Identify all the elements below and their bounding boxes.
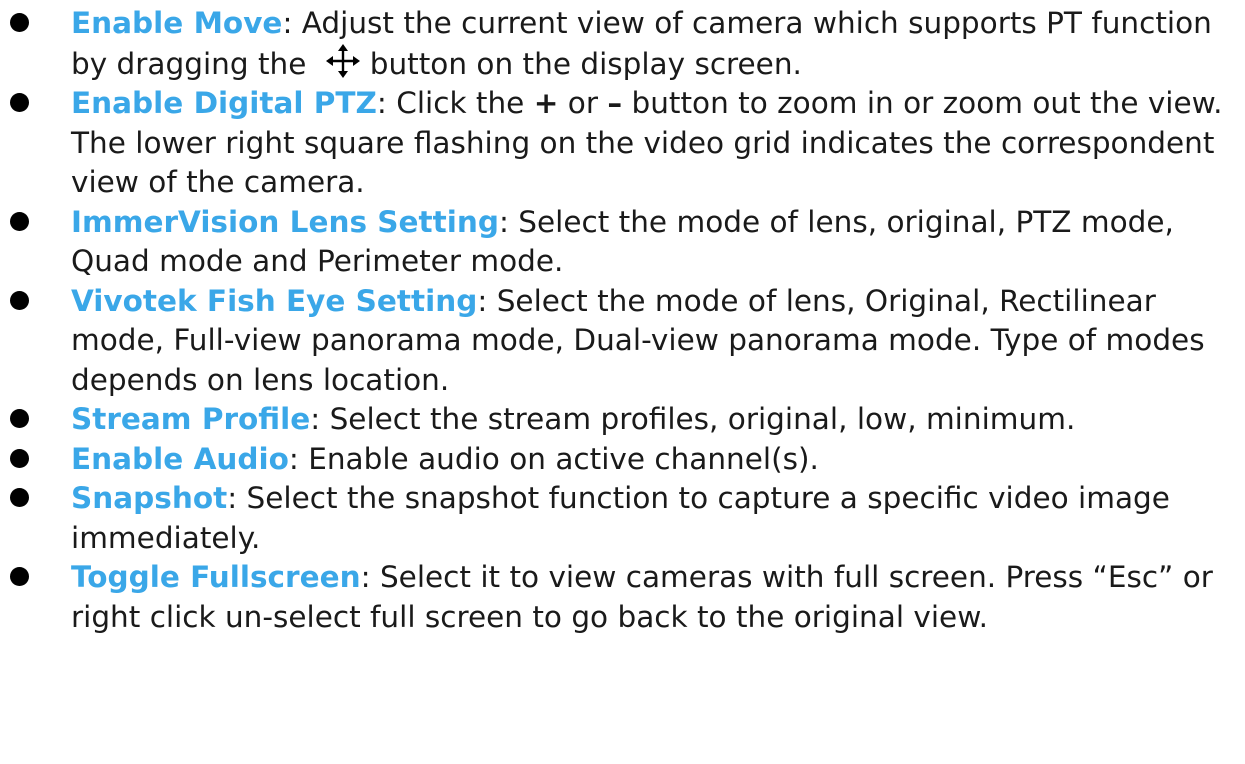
description-text: : Enable audio on active channel(s). (288, 441, 819, 476)
bullet-icon (10, 409, 29, 428)
bullet-icon (10, 211, 29, 231)
minus-symbol: – (607, 86, 623, 120)
document-page: Enable Move: Adjust the current view of … (0, 0, 1245, 764)
list-item-enable-digital-ptz: Enable Digital PTZ: Click the + or – but… (0, 84, 1245, 203)
move-arrows-icon (325, 43, 360, 78)
description-text: : Select the stream profiles, original, … (310, 402, 1076, 436)
feature-list: Enable Move: Adjust the current view of … (0, 0, 1245, 637)
description-text: button on the display screen. (369, 46, 802, 81)
term-enable-move: Enable Move (71, 6, 283, 40)
plus-symbol: + (533, 86, 559, 120)
description-text: : Select the snapshot function to captur… (71, 481, 1170, 555)
description-text: : Click the (376, 86, 534, 120)
term-toggle-fullscreen: Toggle Fullscreen (71, 560, 361, 594)
list-item-enable-move: Enable Move: Adjust the current view of … (0, 4, 1245, 84)
bullet-icon (10, 488, 29, 507)
bullet-icon (10, 13, 29, 32)
bullet-icon (10, 448, 29, 468)
bullet-icon (10, 290, 29, 310)
term-immervision-lens-setting: ImmerVision Lens Setting (71, 204, 499, 239)
term-vivotek-fish-eye-setting: Vivotek Fish Eye Setting (71, 283, 478, 318)
list-item-immervision-lens-setting: ImmerVision Lens Setting: Select the mod… (0, 203, 1245, 282)
list-item-stream-profile: Stream Profile: Select the stream profil… (0, 400, 1245, 440)
bullet-icon (10, 93, 29, 112)
list-item-vivotek-fish-eye-setting: Vivotek Fish Eye Setting: Select the mod… (0, 282, 1245, 401)
term-stream-profile: Stream Profile (71, 402, 311, 436)
description-text: or (558, 86, 608, 120)
list-item-snapshot: Snapshot: Select the snapshot function t… (0, 479, 1245, 558)
term-enable-digital-ptz: Enable Digital PTZ (71, 86, 377, 120)
term-snapshot: Snapshot (71, 481, 228, 515)
term-enable-audio: Enable Audio (71, 441, 289, 476)
list-item-enable-audio: Enable Audio: Enable audio on active cha… (0, 440, 1245, 480)
bullet-icon (10, 567, 29, 586)
list-item-toggle-fullscreen: Toggle Fullscreen: Select it to view cam… (0, 558, 1245, 637)
